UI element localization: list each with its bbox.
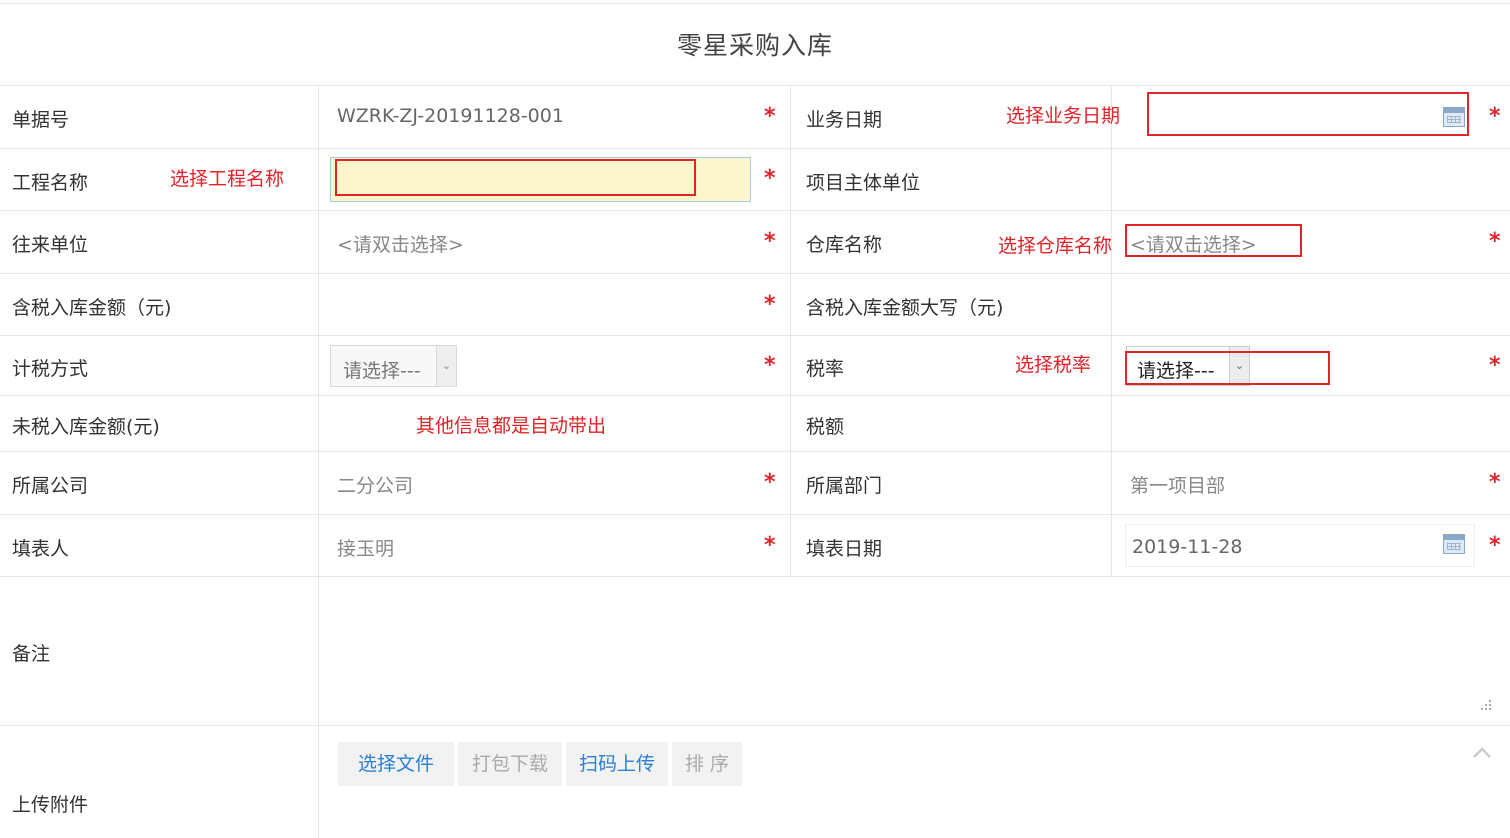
filler-value: 接玉明 (337, 538, 395, 560)
required-mark: * (1489, 104, 1501, 129)
fill-date-input[interactable]: 2019-11-28 (1125, 524, 1475, 567)
row-divider (0, 395, 1510, 396)
pack-download-button[interactable]: 打包下载 (458, 742, 562, 786)
top-border (0, 3, 1510, 4)
chevron-up-icon[interactable] (1472, 746, 1492, 760)
amount-notax-label: 未税入库金额(元) (12, 416, 160, 438)
required-mark: * (764, 533, 776, 558)
warehouse-label: 仓库名称 (806, 234, 883, 256)
required-mark: * (764, 292, 776, 317)
required-mark: * (1489, 229, 1501, 254)
column-divider (318, 85, 319, 838)
fill-date-label: 填表日期 (806, 538, 883, 560)
amount-tax-upper-label: 含税入库金额大写（元) (806, 297, 1004, 319)
partner-input[interactable]: <请双击选择> (337, 230, 464, 257)
column-divider (1111, 85, 1112, 576)
scan-upload-button[interactable]: 扫码上传 (566, 742, 668, 786)
annotation-biz-date: 选择业务日期 (1006, 105, 1121, 127)
department-value: 第一项目部 (1130, 475, 1226, 497)
row-divider (0, 85, 1510, 86)
row-divider (0, 451, 1510, 452)
required-mark: * (1489, 353, 1501, 378)
page-title: 零星采购入库 (676, 31, 833, 60)
required-mark: * (764, 104, 776, 129)
tax-amount-label: 税额 (806, 416, 845, 438)
annotation-project-name: 选择工程名称 (170, 168, 285, 190)
calendar-icon[interactable] (1443, 534, 1465, 554)
required-mark: * (764, 353, 776, 378)
column-divider (790, 85, 791, 576)
required-mark: * (1489, 533, 1501, 558)
row-divider (0, 725, 1510, 726)
tax-method-select[interactable]: 请选择--- ⌄ (330, 345, 457, 387)
annotation-tax-rate: 选择税率 (1015, 354, 1092, 376)
row-divider (0, 210, 1510, 211)
resize-handle-icon[interactable] (1479, 698, 1493, 712)
department-label: 所属部门 (806, 475, 883, 497)
calendar-icon[interactable] (1443, 107, 1465, 127)
select-file-button[interactable]: 选择文件 (338, 742, 454, 786)
annotation-auto-info: 其他信息都是自动带出 (416, 415, 607, 437)
required-mark: * (764, 229, 776, 254)
remark-textarea[interactable] (319, 577, 1510, 725)
company-label: 所属公司 (12, 475, 89, 497)
highlight-box-warehouse (1125, 224, 1302, 257)
amount-tax-label: 含税入库金额（元) (12, 297, 172, 319)
highlight-box-biz-date (1147, 92, 1469, 136)
row-divider (0, 335, 1510, 336)
required-mark: * (1489, 470, 1501, 495)
annotation-warehouse: 选择仓库名称 (998, 235, 1113, 257)
tax-method-selected: 请选择--- (343, 360, 421, 382)
biz-date-label: 业务日期 (806, 109, 883, 131)
row-divider (0, 273, 1510, 274)
row-divider (0, 514, 1510, 515)
company-value: 二分公司 (337, 475, 414, 497)
highlight-box-tax-rate (1125, 351, 1330, 385)
filler-label: 填表人 (12, 538, 70, 560)
partner-label: 往来单位 (12, 234, 89, 256)
fill-date-value: 2019-11-28 (1132, 536, 1243, 558)
chevron-down-icon: ⌄ (436, 346, 456, 386)
required-mark: * (764, 166, 776, 191)
attachments-label: 上传附件 (12, 794, 89, 816)
doc-no-label: 单据号 (12, 109, 70, 131)
doc-no-value: WZRK-ZJ-20191128-001 (337, 105, 564, 127)
tax-rate-label: 税率 (806, 358, 845, 380)
tax-method-label: 计税方式 (12, 358, 89, 380)
required-mark: * (764, 470, 776, 495)
highlight-box-project-name (335, 159, 696, 196)
remark-label: 备注 (12, 643, 51, 665)
sort-button[interactable]: 排 序 (672, 742, 742, 786)
project-name-label: 工程名称 (12, 172, 89, 194)
row-divider (0, 148, 1510, 149)
project-owner-label: 项目主体单位 (806, 172, 921, 194)
